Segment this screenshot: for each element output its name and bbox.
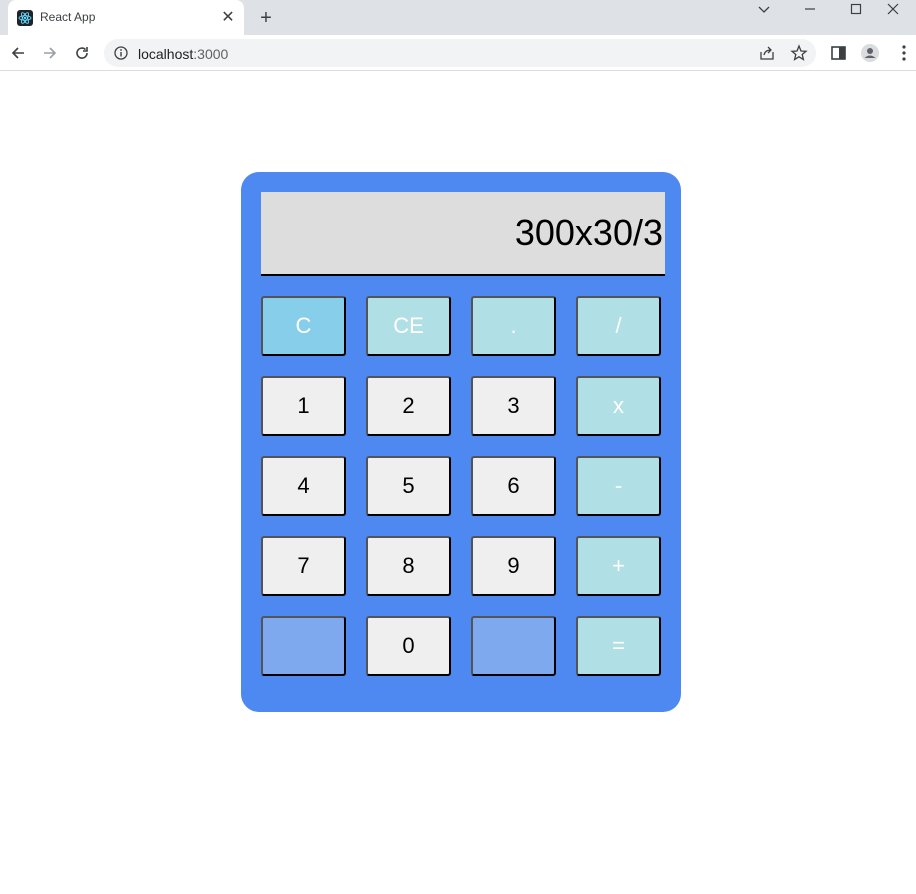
back-icon[interactable] (6, 41, 30, 65)
blank-key-right (471, 616, 556, 676)
url-text[interactable]: localhost:3000 (138, 46, 228, 62)
digit-7-button[interactable]: 7 (261, 536, 346, 596)
display-value: 300x30/3 (514, 212, 663, 253)
decimal-button[interactable]: . (471, 296, 556, 356)
tab-strip: React App ✕ + (0, 0, 916, 35)
tab-search-icon[interactable] (741, 0, 787, 30)
blank-key-left (261, 616, 346, 676)
digit-6-button[interactable]: 6 (471, 456, 556, 516)
profile-avatar-icon[interactable] (860, 43, 880, 63)
calculator: 300x30/3 C CE . / 1 2 3 x 4 5 6 - 7 8 9 … (241, 172, 681, 712)
digit-2-button[interactable]: 2 (366, 376, 451, 436)
reload-icon[interactable] (70, 41, 94, 65)
digit-8-button[interactable]: 8 (366, 536, 451, 596)
digit-9-button[interactable]: 9 (471, 536, 556, 596)
digit-3-button[interactable]: 3 (471, 376, 556, 436)
subtract-button[interactable]: - (576, 456, 661, 516)
forward-icon[interactable] (38, 41, 62, 65)
bookmark-star-icon[interactable] (790, 44, 808, 62)
digit-1-button[interactable]: 1 (261, 376, 346, 436)
react-favicon-icon (17, 10, 33, 26)
url-port: :3000 (193, 46, 229, 62)
share-icon[interactable] (758, 44, 776, 62)
browser-toolbar: localhost:3000 (0, 35, 916, 71)
add-button[interactable]: + (576, 536, 661, 596)
clear-entry-button[interactable]: CE (366, 296, 451, 356)
clear-button[interactable]: C (261, 296, 346, 356)
tab-close-icon[interactable]: ✕ (218, 8, 238, 28)
tab-title: React App (40, 10, 96, 24)
divide-button[interactable]: / (576, 296, 661, 356)
url-host: localhost (138, 46, 194, 62)
site-info-icon[interactable] (114, 46, 128, 60)
minimize-icon[interactable] (787, 0, 833, 30)
digit-5-button[interactable]: 5 (366, 456, 451, 516)
multiply-button[interactable]: x (576, 376, 661, 436)
side-panel-icon[interactable] (829, 43, 849, 63)
menu-kebab-icon[interactable] (894, 43, 914, 63)
digit-0-button[interactable]: 0 (366, 616, 451, 676)
address-bar[interactable]: localhost:3000 (104, 39, 816, 67)
equals-button[interactable]: = (576, 616, 661, 676)
calculator-display: 300x30/3 (261, 192, 665, 276)
new-tab-button[interactable]: + (254, 6, 278, 30)
browser-tab[interactable]: React App ✕ (8, 0, 244, 35)
digit-4-button[interactable]: 4 (261, 456, 346, 516)
window-close-icon[interactable] (870, 0, 916, 30)
